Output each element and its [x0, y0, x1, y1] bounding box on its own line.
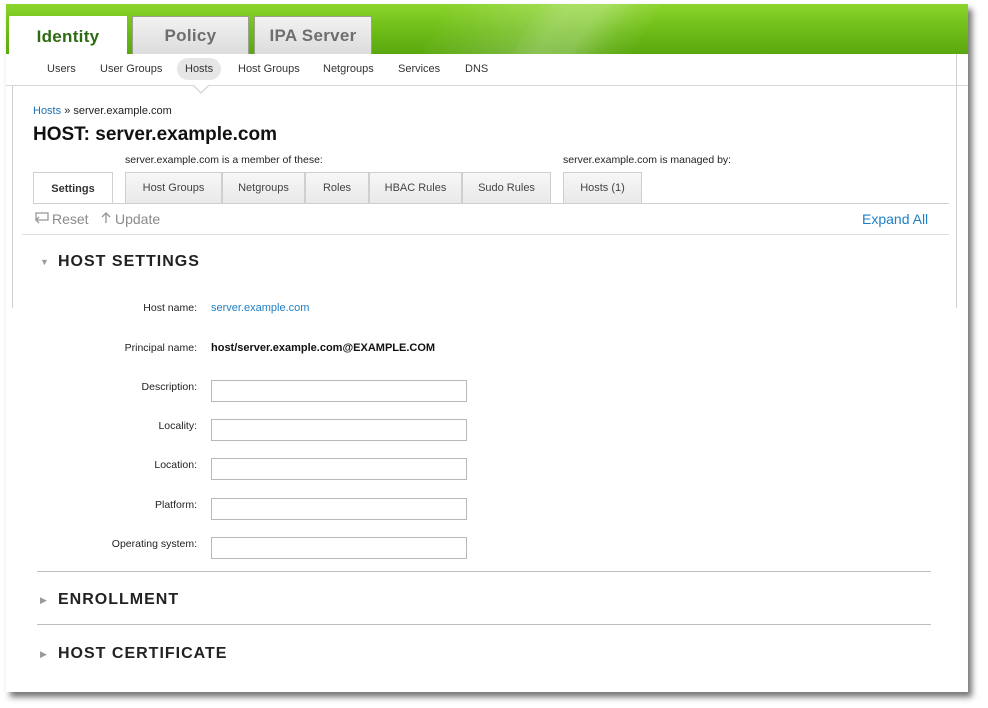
- top-header: Identity Policy IPA Server: [6, 4, 968, 54]
- section-host-settings-header[interactable]: ▼ HOST SETTINGS: [40, 253, 200, 271]
- subnav-host-groups[interactable]: Host Groups: [230, 58, 308, 80]
- section-divider: [37, 571, 931, 572]
- reset-button[interactable]: Reset: [35, 211, 89, 227]
- facet-tab-roles[interactable]: Roles: [305, 172, 369, 203]
- breadcrumb: Hosts » server.example.com: [33, 105, 172, 117]
- principal-name-label: Principal name:: [124, 342, 197, 354]
- facet-tab-host-groups[interactable]: Host Groups: [125, 172, 222, 203]
- location-input[interactable]: [211, 458, 467, 480]
- reset-icon: [35, 211, 49, 227]
- triangle-right-icon: ▶: [40, 594, 47, 605]
- tab-ipa-server[interactable]: IPA Server: [254, 16, 372, 54]
- triangle-right-icon: ▶: [40, 648, 47, 659]
- section-host-certificate-title: HOST CERTIFICATE: [58, 645, 228, 662]
- facet-tab-settings[interactable]: Settings: [33, 172, 113, 204]
- panel-border: [956, 54, 957, 308]
- facet-tab-hosts[interactable]: Hosts (1): [563, 172, 642, 203]
- host-name-label: Host name:: [143, 302, 197, 314]
- subnav-user-groups[interactable]: User Groups: [92, 58, 170, 80]
- host-name-link[interactable]: server.example.com: [211, 302, 309, 314]
- tab-identity[interactable]: Identity: [9, 16, 127, 54]
- action-bar-divider: [22, 234, 949, 235]
- subnav-users[interactable]: Users: [39, 58, 84, 80]
- breadcrumb-current: server.example.com: [73, 105, 172, 117]
- expand-all-link[interactable]: Expand All: [862, 211, 928, 227]
- description-label: Description:: [141, 381, 197, 393]
- facet-tab-netgroups[interactable]: Netgroups: [222, 172, 305, 203]
- breadcrumb-separator: »: [64, 105, 71, 117]
- active-subnav-pointer: [192, 84, 210, 94]
- subnav-netgroups[interactable]: Netgroups: [315, 58, 382, 80]
- reset-label: Reset: [52, 211, 89, 227]
- locality-input[interactable]: [211, 419, 467, 441]
- description-input[interactable]: [211, 380, 467, 402]
- tab-policy[interactable]: Policy: [132, 16, 249, 54]
- platform-input[interactable]: [211, 498, 467, 520]
- section-divider: [37, 624, 931, 625]
- section-host-certificate-header[interactable]: ▶ HOST CERTIFICATE: [40, 645, 227, 663]
- facet-tab-sudo-rules[interactable]: Sudo Rules: [462, 172, 551, 203]
- subnav-dns[interactable]: DNS: [457, 58, 496, 80]
- app-window: Identity Policy IPA Server Users User Gr…: [6, 4, 968, 692]
- operating-system-label: Operating system:: [111, 538, 197, 550]
- managed-by-caption: server.example.com is managed by:: [563, 154, 732, 166]
- platform-label: Platform:: [154, 499, 197, 511]
- update-button[interactable]: Update: [100, 211, 160, 227]
- member-of-caption: server.example.com is a member of these:: [125, 154, 323, 166]
- triangle-down-icon: ▼: [40, 257, 49, 267]
- principal-name-value: host/server.example.com@EXAMPLE.COM: [211, 342, 436, 354]
- facet-tab-hbac-rules[interactable]: HBAC Rules: [369, 172, 462, 203]
- subnav-services[interactable]: Services: [390, 58, 448, 80]
- breadcrumb-hosts-link[interactable]: Hosts: [33, 105, 61, 117]
- operating-system-input[interactable]: [211, 537, 467, 559]
- sub-navigation: Users User Groups Hosts Host Groups Netg…: [6, 54, 968, 86]
- update-icon: [100, 211, 112, 227]
- update-label: Update: [115, 211, 161, 227]
- section-host-settings-title: HOST SETTINGS: [58, 253, 200, 270]
- panel-border: [12, 86, 13, 308]
- section-enrollment-header[interactable]: ▶ ENROLLMENT: [40, 591, 179, 609]
- locality-label: Locality:: [158, 420, 197, 432]
- location-label: Location:: [154, 459, 197, 471]
- section-enrollment-title: ENROLLMENT: [58, 591, 180, 608]
- page-title: HOST: server.example.com: [33, 124, 277, 145]
- facet-tabs-divider: [33, 203, 949, 204]
- subnav-hosts[interactable]: Hosts: [177, 58, 222, 80]
